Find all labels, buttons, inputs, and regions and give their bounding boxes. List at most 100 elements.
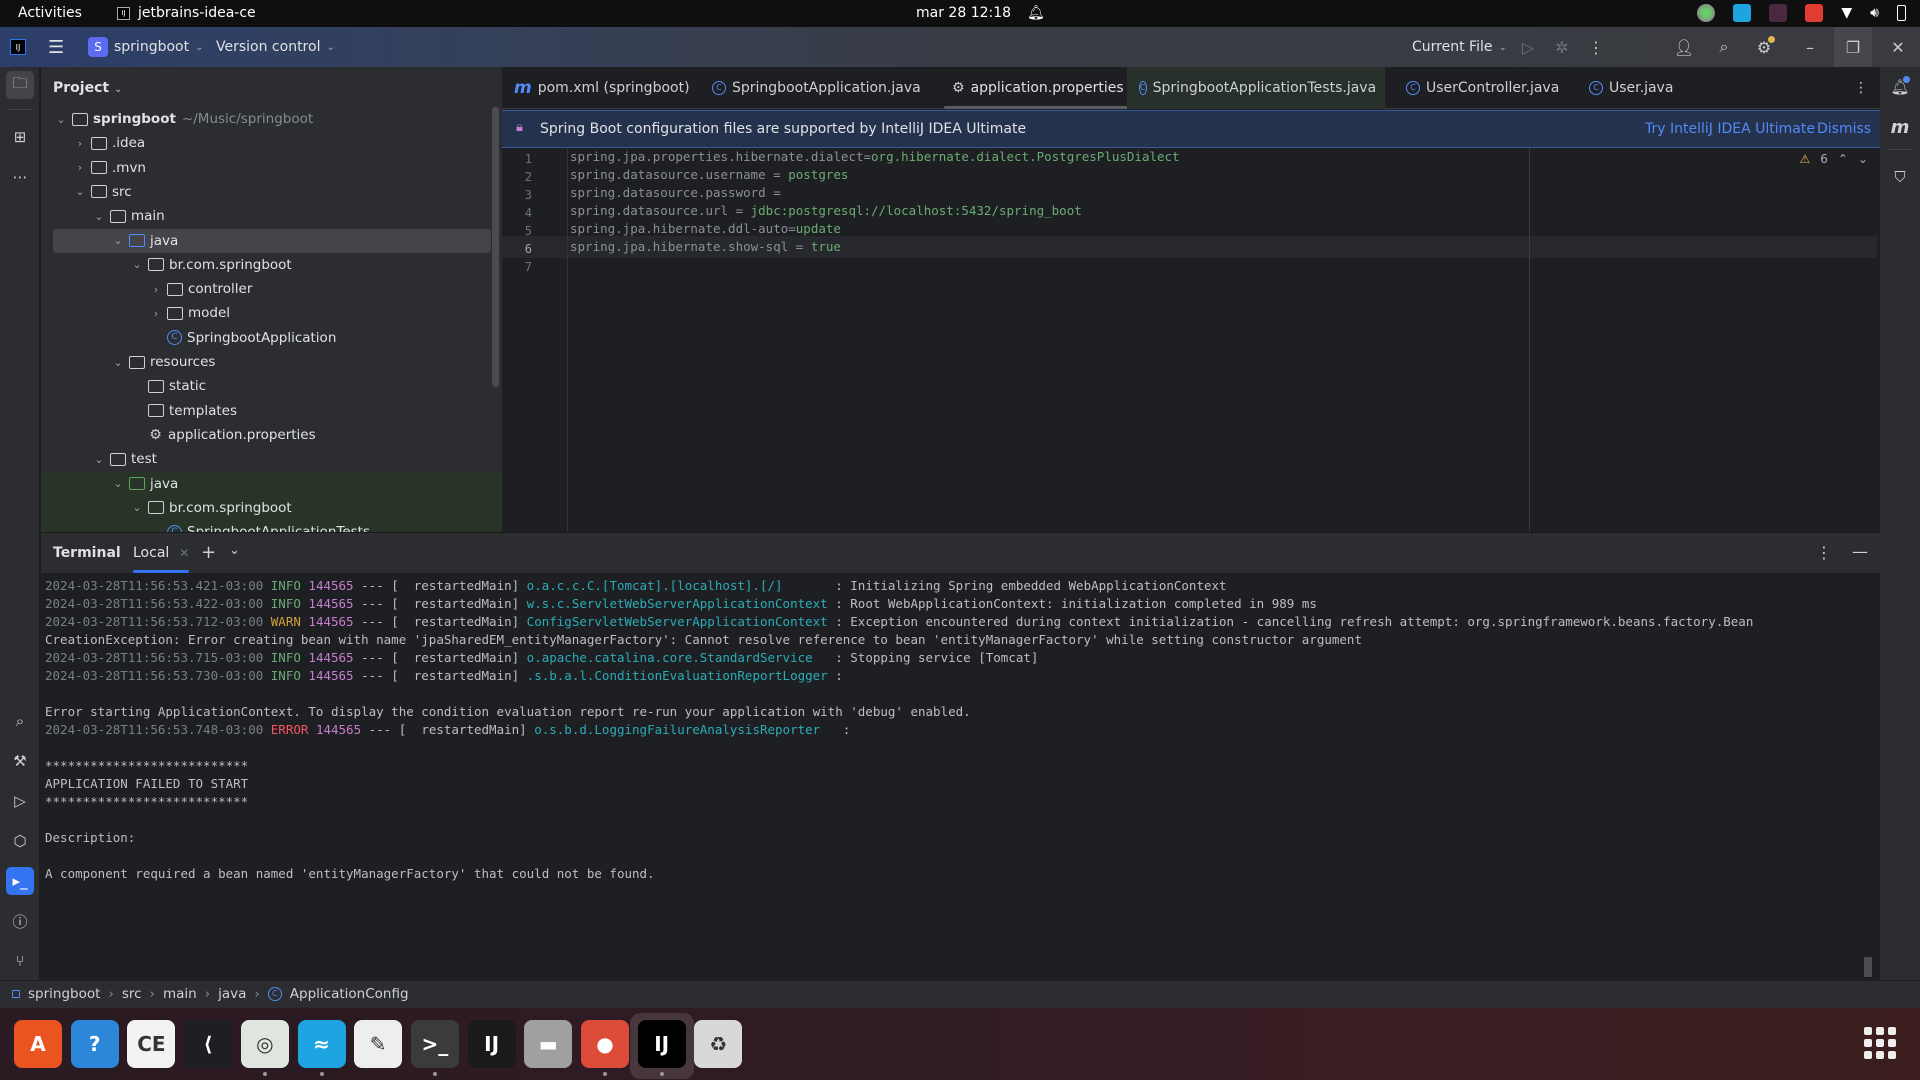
- project-tool-folder-icon[interactable]: 🗀: [6, 71, 34, 99]
- more-tools-icon[interactable]: ⋯: [6, 163, 34, 191]
- structure-icon[interactable]: ⊞: [6, 123, 34, 151]
- tab-springboot-application[interactable]: C SpringbootApplication.java: [700, 67, 933, 109]
- dock-cisco-anyconnect-icon[interactable]: ◎: [240, 1020, 289, 1068]
- dismiss-link[interactable]: Dismiss: [1817, 121, 1871, 137]
- breadcrumb-item[interactable]: java: [218, 986, 246, 1002]
- version-control-menu[interactable]: Version control ⌄: [216, 27, 335, 67]
- tree-item[interactable]: static: [41, 374, 502, 398]
- add-user-icon[interactable]: 👤︎: [1672, 35, 1696, 59]
- code-line[interactable]: spring.jpa.hibernate.show-sql = true: [570, 236, 841, 258]
- main-menu-icon[interactable]: ☰: [48, 27, 64, 67]
- terminal-output[interactable]: 2024-03-28T11:56:53.421-03:00 INFO 14456…: [41, 573, 1880, 981]
- dock-intellij-ultimate-icon[interactable]: IJ: [467, 1020, 516, 1068]
- tab-pom-xml[interactable]: m pom.xml (springboot): [502, 67, 702, 109]
- more-actions-icon[interactable]: ⋮: [1584, 35, 1608, 59]
- chevron-down-icon[interactable]: ⌄: [91, 210, 107, 223]
- terminal-icon[interactable]: ▸_: [6, 867, 34, 895]
- search-icon[interactable]: ⌕: [1712, 35, 1736, 59]
- chevron-down-icon[interactable]: ⌄: [110, 356, 126, 369]
- run-config-selector[interactable]: Current File ⌄: [1412, 27, 1507, 67]
- terminal-scrollbar[interactable]: [1864, 957, 1872, 977]
- close-icon[interactable]: ✕: [1886, 35, 1910, 59]
- chevron-down-icon[interactable]: ⌄: [53, 113, 69, 126]
- volume-icon[interactable]: 🔊︎: [1870, 5, 1879, 21]
- maven-icon[interactable]: m: [1886, 113, 1914, 141]
- debug-icon[interactable]: ✲: [1550, 35, 1574, 59]
- services-icon[interactable]: ⬡: [6, 827, 34, 855]
- code-editor[interactable]: 1 2 3 4 5 6 7 spring.jpa.properties.hibernate.…: [502, 148, 1880, 532]
- breadcrumb-item[interactable]: main: [163, 986, 197, 1002]
- tree-item[interactable]: › controller: [41, 277, 502, 301]
- tab-user-controller[interactable]: C UserController.java: [1394, 67, 1571, 109]
- tree-item[interactable]: ⌄ java: [41, 471, 502, 496]
- build-hammer-icon[interactable]: ⚒: [6, 747, 34, 775]
- close-terminal-tab-icon[interactable]: ✕: [179, 546, 189, 560]
- wifi-icon[interactable]: ▼: [1841, 5, 1852, 21]
- project-selector[interactable]: S springboot ⌄: [88, 27, 203, 67]
- hide-panel-icon[interactable]: —: [1852, 542, 1868, 561]
- tree-item[interactable]: ⌄ java: [53, 228, 491, 253]
- dock-app-center-icon[interactable]: A: [14, 1020, 62, 1068]
- dock-help-icon[interactable]: ?: [70, 1020, 119, 1068]
- run-icon[interactable]: ▷: [1516, 35, 1540, 59]
- tree-item[interactable]: ⌄ resources: [41, 350, 502, 374]
- chevron-down-icon[interactable]: ⌄: [129, 258, 145, 271]
- chevron-down-icon[interactable]: ⌄: [91, 453, 107, 466]
- tree-item[interactable]: ⚙ application.properties: [41, 423, 502, 447]
- tree-item[interactable]: ⌄ main: [41, 204, 502, 228]
- dock-dbeaver-icon[interactable]: CE: [127, 1020, 176, 1068]
- project-panel-header[interactable]: Project ⌄: [53, 80, 122, 96]
- anydesk-tray-icon[interactable]: [1805, 4, 1824, 22]
- tree-item[interactable]: › .idea: [41, 131, 502, 155]
- tree-item[interactable]: templates: [41, 399, 502, 423]
- terminal-tab-local[interactable]: Local ✕: [133, 533, 190, 573]
- activities-button[interactable]: Activities: [18, 5, 82, 21]
- breadcrumb-item[interactable]: springboot: [28, 986, 100, 1002]
- chevron-right-icon[interactable]: ›: [72, 161, 88, 174]
- problems-icon[interactable]: ⓘ: [6, 907, 34, 935]
- show-apps-grid-icon[interactable]: [1864, 1027, 1896, 1059]
- chevron-down-icon[interactable]: ⌄: [110, 234, 126, 247]
- dock-files-icon[interactable]: ▬: [524, 1020, 573, 1068]
- clock[interactable]: mar 28 12:18 🔔︎: [916, 5, 1045, 21]
- terminal-options-icon[interactable]: ⋮: [1816, 543, 1832, 562]
- dock-chrome-icon[interactable]: ●: [581, 1020, 629, 1068]
- tab-application-properties[interactable]: ⚙application.properties✕: [940, 67, 1158, 109]
- minimize-icon[interactable]: –: [1798, 35, 1822, 59]
- tree-item[interactable]: ⌄ springboot ~/Music/springboot: [41, 107, 502, 131]
- tree-item[interactable]: ⌄ test: [41, 447, 502, 471]
- chevron-right-icon[interactable]: ›: [148, 283, 164, 296]
- inspection-widget[interactable]: ⚠ 6 ⌃ ⌄: [1799, 152, 1868, 166]
- focused-app-menu[interactable]: IJ jetbrains-idea-ce: [117, 5, 256, 21]
- chevron-down-icon[interactable]: ⌄: [110, 477, 126, 490]
- tree-item[interactable]: ⌄ src: [41, 180, 502, 204]
- zoho-tray-icon[interactable]: [1733, 4, 1752, 22]
- next-problem-icon[interactable]: ⌄: [1858, 152, 1868, 166]
- tree-item[interactable]: ⌄ br.com.springboot: [41, 253, 502, 277]
- breadcrumb-item[interactable]: src: [122, 986, 142, 1002]
- tree-item[interactable]: › .mvn: [41, 156, 502, 180]
- project-scrollbar[interactable]: [492, 107, 499, 387]
- restore-icon[interactable]: ❐: [1834, 27, 1872, 67]
- traffic-light-tray-icon[interactable]: [1769, 4, 1788, 22]
- dock-zoho-icon[interactable]: ≈: [297, 1020, 346, 1068]
- git-branch-icon[interactable]: ⑂: [6, 947, 34, 975]
- tree-item[interactable]: C SpringbootApplicationTests: [41, 520, 502, 532]
- chevron-right-icon[interactable]: ›: [72, 137, 88, 150]
- tree-item[interactable]: ⌄ br.com.springboot: [41, 495, 502, 520]
- dock-text-editor-icon[interactable]: ✎: [354, 1020, 403, 1068]
- dock-terminal-icon[interactable]: >_: [410, 1020, 459, 1068]
- chevron-down-icon[interactable]: ⌄: [72, 185, 88, 198]
- breadcrumb-item[interactable]: ApplicationConfig: [290, 986, 409, 1002]
- battery-icon[interactable]: [1897, 5, 1906, 21]
- vpn-tray-icon[interactable]: [1697, 4, 1716, 22]
- new-terminal-plus-icon[interactable]: +: [201, 542, 216, 563]
- dock-intellij-ce-icon[interactable]: IJ: [637, 1020, 686, 1068]
- run-icon[interactable]: ▷: [6, 787, 34, 815]
- find-search-icon[interactable]: ⌕: [6, 707, 34, 735]
- terminal-dropdown-chevron-icon[interactable]: ⌄: [229, 543, 240, 558]
- tree-item[interactable]: › model: [41, 301, 502, 325]
- try-ultimate-link[interactable]: Try IntelliJ IDEA Ultimate: [1645, 121, 1815, 137]
- chevron-right-icon[interactable]: ›: [148, 307, 164, 320]
- chevron-down-icon[interactable]: ⌄: [129, 501, 145, 514]
